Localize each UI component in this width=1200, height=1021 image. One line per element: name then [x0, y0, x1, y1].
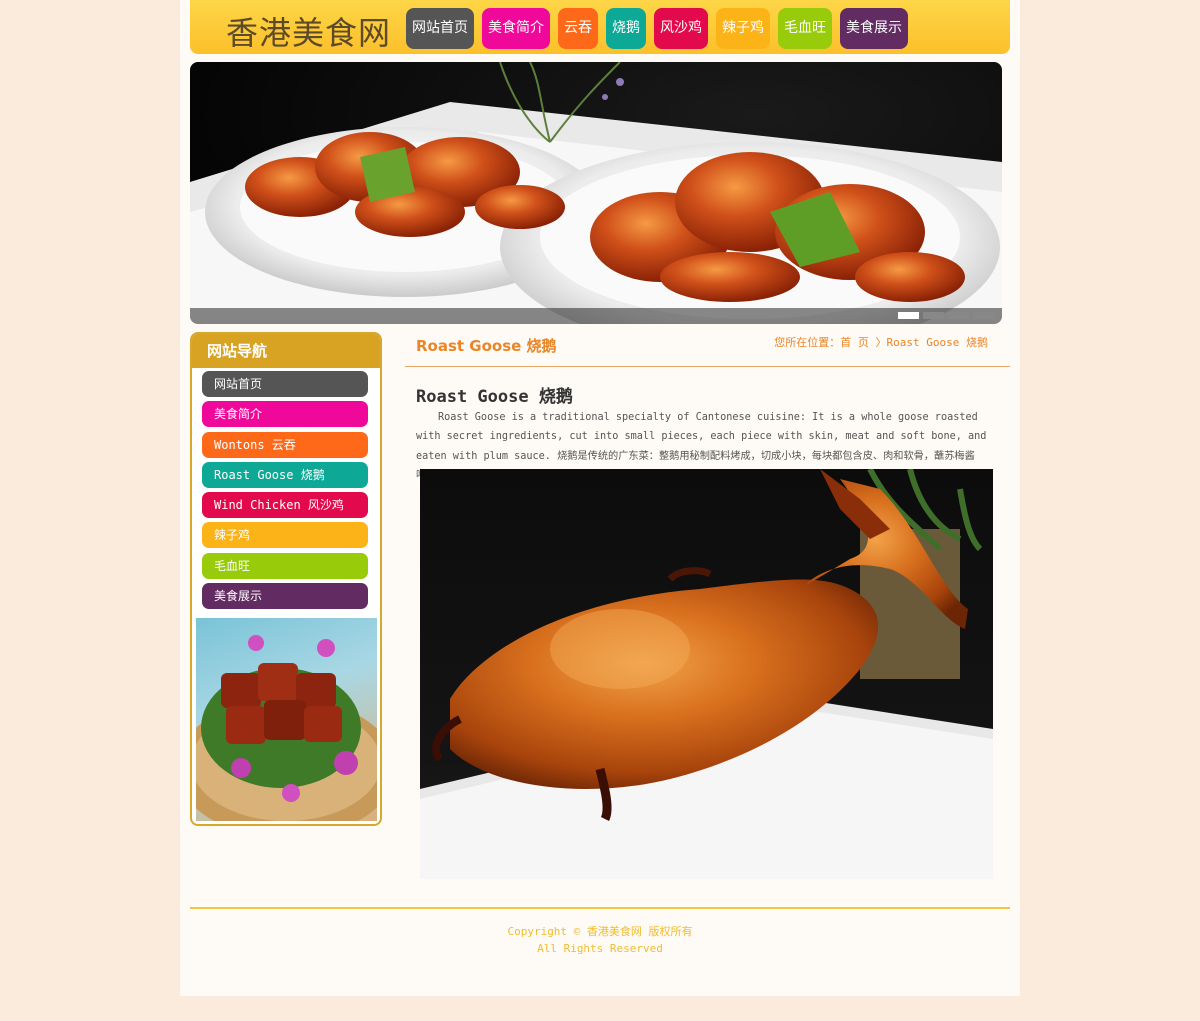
nav-item-intro[interactable]: 美食简介 [482, 8, 550, 49]
site-header: 香港美食网 网站首页 美食简介 云吞 烧鹅 风沙鸡 辣子鸡 毛血旺 美食展示 [190, 0, 1010, 54]
sidebar-item-wontons[interactable]: Wontons 云吞 [202, 431, 368, 458]
banner-food-image [190, 62, 1002, 324]
banner-caption-bar [190, 308, 1002, 324]
sidebar-item-gallery[interactable]: 美食展示 [202, 583, 368, 610]
sidebar-item-roast-goose[interactable]: Roast Goose 烧鹅 [202, 461, 368, 488]
roast-goose-illustration [420, 469, 993, 879]
nav-item-gallery[interactable]: 美食展示 [840, 8, 908, 49]
slide-dot-4[interactable] [973, 312, 994, 319]
slide-dot-3[interactable] [948, 312, 969, 319]
dongpo-pork-illustration [196, 635, 377, 821]
sidebar-item-intro[interactable]: 美食简介 [202, 401, 368, 428]
sidebar-item-home[interactable]: 网站首页 [202, 371, 368, 397]
banner-slideshow[interactable] [190, 62, 1002, 324]
nav-item-roast-goose[interactable]: 烧鹅 [606, 8, 646, 49]
article-title: Roast Goose 烧鹅 [416, 387, 573, 407]
footer-copyright: Copyright © 香港美食网 版权所有 [507, 925, 693, 938]
sidebar: 网站导航 网站首页 美食简介 Wontons 云吞 Roast Goose 烧鹅… [190, 332, 382, 826]
main-header: Roast Goose 烧鹅 您所在位置：首 页 〉Roast Goose 烧鹅 [405, 325, 1010, 367]
footer-rights: All Rights Reserved [537, 942, 663, 955]
slide-dot-2[interactable] [923, 312, 944, 319]
sidebar-title: 网站导航 [192, 334, 380, 368]
section-title: Roast Goose 烧鹅 [416, 337, 557, 355]
roast-goose-image [420, 469, 993, 879]
nav-item-home[interactable]: 网站首页 [406, 8, 474, 49]
sidebar-item-maoxuewang[interactable]: 毛血旺 [202, 552, 368, 579]
sidebar-item-wind-chicken[interactable]: Wind Chicken 风沙鸡 [202, 492, 368, 519]
nav-item-maoxuewang[interactable]: 毛血旺 [778, 8, 832, 49]
nav-item-wind-chicken[interactable]: 风沙鸡 [654, 8, 708, 49]
sidebar-item-spicy-chicken[interactable]: 辣子鸡 [202, 522, 368, 549]
page-container: 香港美食网 网站首页 美食简介 云吞 烧鹅 风沙鸡 辣子鸡 毛血旺 美食展示 网… [180, 0, 1020, 996]
breadcrumb[interactable]: 您所在位置：首 页 〉Roast Goose 烧鹅 [774, 334, 988, 350]
top-nav: 网站首页 美食简介 云吞 烧鹅 风沙鸡 辣子鸡 毛血旺 美食展示 [406, 8, 908, 49]
nav-item-spicy-chicken[interactable]: 辣子鸡 [716, 8, 770, 49]
slider-dots [898, 312, 994, 319]
sidebar-menu: 网站首页 美食简介 Wontons 云吞 Roast Goose 烧鹅 Wind… [202, 371, 368, 613]
sidebar-dongpo-pork-image [196, 618, 377, 821]
slide-dot-1[interactable] [898, 312, 919, 319]
site-logo[interactable]: 香港美食网 [226, 8, 391, 54]
nav-item-wontons[interactable]: 云吞 [558, 8, 598, 49]
site-footer: Copyright © 香港美食网 版权所有 All Rights Reserv… [190, 907, 1010, 957]
